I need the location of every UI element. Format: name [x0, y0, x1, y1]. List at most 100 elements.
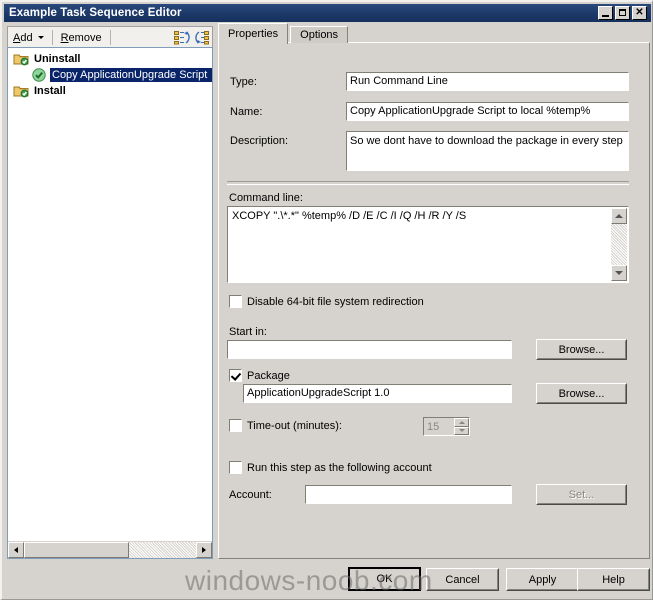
arrow-right-icon: [202, 547, 206, 553]
folder-group-icon: [13, 83, 29, 99]
tab-options-label: Options: [300, 29, 339, 41]
move-step-glyph: [173, 31, 190, 45]
start-in-browse-button[interactable]: Browse...: [536, 339, 627, 360]
package-checkbox-row[interactable]: Package: [229, 369, 290, 382]
minimize-button[interactable]: [598, 6, 613, 20]
properties-tab-pane: Type: Run Command Line Name: Copy Applic…: [218, 42, 650, 559]
help-button-label: Help: [602, 573, 625, 586]
properties-panel: Properties Options Type: Run Command Lin…: [218, 23, 650, 559]
steps-toolbar: Add Remove: [7, 26, 213, 48]
apply-button[interactable]: Apply: [506, 568, 579, 591]
arrow-down-icon: [615, 271, 623, 275]
scroll-left-button[interactable]: [8, 542, 24, 558]
tree-item-copy-applicationupgrade-script[interactable]: Copy ApplicationUpgrade Script: [11, 67, 212, 83]
account-set-label: Set...: [568, 488, 595, 501]
scroll-up-button[interactable]: [611, 208, 627, 224]
task-sequence-tree[interactable]: Uninstall Copy ApplicationUpgrade Script: [7, 47, 213, 559]
description-label: Description:: [230, 135, 289, 147]
section-divider: [227, 181, 629, 185]
app-root: Example Task Sequence Editor ✕ Add Remov…: [0, 0, 653, 600]
description-input[interactable]: So we dont have to download the package …: [346, 131, 629, 171]
command-line-label: Command line:: [229, 192, 303, 204]
green-check-glyph: [32, 68, 46, 82]
cancel-button-label: Cancel: [445, 573, 480, 586]
tab-options[interactable]: Options: [290, 26, 349, 43]
tree-content: Uninstall Copy ApplicationUpgrade Script: [8, 48, 212, 541]
reorder-step-icon[interactable]: [192, 29, 212, 47]
toolbar-divider-2: [109, 30, 111, 45]
arrow-left-icon: [14, 547, 18, 553]
tab-properties-label: Properties: [228, 28, 279, 40]
account-input[interactable]: [305, 485, 512, 504]
command-line-textarea[interactable]: XCOPY ".\*.*" %temp% /D /E /C /I /Q /H /…: [227, 206, 629, 283]
ok-button-label: OK: [376, 573, 393, 585]
package-browse-label: Browse...: [558, 387, 605, 400]
window-title: Example Task Sequence Editor: [9, 7, 182, 19]
maximize-button[interactable]: [615, 6, 630, 20]
name-input[interactable]: Copy ApplicationUpgrade Script to local …: [346, 102, 629, 121]
timeout-spinner-buttons: [454, 418, 469, 435]
ok-button[interactable]: OK: [348, 567, 421, 591]
add-button[interactable]: Add: [8, 30, 49, 46]
disable-redirection-checkbox[interactable]: [229, 295, 242, 308]
scroll-right-button[interactable]: [196, 542, 212, 558]
tree-item-uninstall[interactable]: Uninstall: [11, 51, 212, 67]
tree-item-label: Uninstall: [34, 53, 81, 65]
timeout-increment-button[interactable]: [454, 418, 469, 427]
tree-item-label: Install: [34, 85, 66, 97]
cancel-button[interactable]: Cancel: [426, 568, 499, 591]
start-in-label: Start in:: [229, 326, 267, 338]
tab-properties[interactable]: Properties: [218, 23, 289, 44]
timeout-spinner[interactable]: 15: [423, 417, 470, 436]
tree-item-label: Copy ApplicationUpgrade Script: [50, 68, 212, 82]
reorder-step-glyph: [194, 31, 209, 45]
green-check-step-icon: [31, 67, 47, 83]
chevron-down-icon: [37, 36, 44, 39]
arrow-up-icon: [458, 420, 465, 424]
package-browse-button[interactable]: Browse...: [536, 383, 627, 404]
scroll-down-button[interactable]: [611, 265, 627, 281]
timeout-label: Time-out (minutes):: [247, 419, 342, 432]
type-label: Type:: [230, 76, 257, 88]
scroll-track[interactable]: [24, 542, 196, 558]
account-set-button[interactable]: Set...: [536, 484, 627, 505]
disable-redirection-checkbox-row[interactable]: Disable 64-bit file system redirection: [229, 295, 424, 308]
scroll-thumb[interactable]: [24, 542, 129, 558]
close-icon: ✕: [635, 6, 644, 18]
remove-button[interactable]: Remove: [56, 30, 107, 46]
folder-group-glyph: [13, 86, 29, 98]
package-checkbox[interactable]: [229, 369, 242, 382]
command-line-vertical-scrollbar[interactable]: [611, 208, 627, 281]
timeout-decrement-button[interactable]: [454, 426, 469, 435]
steps-panel: Add Remove Uninstall Copy ApplicationUpg…: [7, 26, 213, 559]
name-label: Name:: [230, 106, 263, 118]
run-as-checkbox[interactable]: [229, 461, 242, 474]
tree-item-install[interactable]: Install: [11, 83, 212, 99]
tab-strip: Properties Options: [218, 23, 349, 44]
window-controls: ✕: [598, 6, 651, 20]
package-label: Package: [247, 369, 290, 382]
account-label: Account:: [229, 489, 272, 501]
start-in-input[interactable]: [227, 340, 512, 359]
package-value[interactable]: ApplicationUpgradeScript 1.0: [243, 384, 512, 403]
help-button[interactable]: Help: [577, 568, 650, 591]
add-button-label: Add: [13, 31, 33, 44]
command-line-value: XCOPY ".\*.*" %temp% /D /E /C /I /Q /H /…: [232, 210, 467, 222]
move-step-icon[interactable]: [172, 29, 192, 47]
arrow-up-icon: [615, 214, 623, 218]
arrow-down-icon: [458, 429, 465, 433]
run-as-checkbox-row[interactable]: Run this step as the following account: [229, 461, 432, 474]
folder-group-icon: [13, 51, 29, 67]
folder-group-glyph: [13, 54, 29, 66]
start-in-browse-label: Browse...: [558, 343, 605, 356]
timeout-checkbox[interactable]: [229, 419, 242, 432]
timeout-checkbox-row[interactable]: Time-out (minutes):: [229, 419, 342, 432]
timeout-value[interactable]: 15: [424, 418, 454, 435]
close-button[interactable]: ✕: [632, 6, 647, 20]
tree-horizontal-scrollbar[interactable]: [8, 541, 212, 558]
title-bar[interactable]: Example Task Sequence Editor ✕: [4, 4, 651, 22]
toolbar-divider-1: [51, 30, 53, 45]
run-as-label: Run this step as the following account: [247, 461, 432, 474]
remove-button-label: Remove: [60, 31, 102, 44]
apply-button-label: Apply: [528, 573, 557, 586]
